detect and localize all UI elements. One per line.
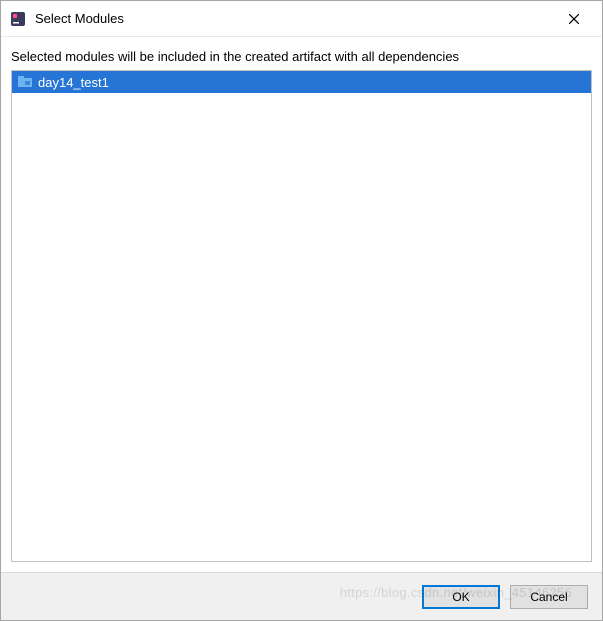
ok-button[interactable]: OK <box>422 585 500 609</box>
close-icon <box>569 14 579 24</box>
list-item[interactable]: day14_test1 <box>12 71 591 93</box>
dialog-title: Select Modules <box>35 11 558 26</box>
module-icon <box>18 75 32 89</box>
list-item-label: day14_test1 <box>38 75 109 90</box>
close-button[interactable] <box>558 5 590 33</box>
app-icon <box>9 10 27 28</box>
cancel-button[interactable]: Cancel <box>510 585 588 609</box>
dialog-footer: OK Cancel <box>1 572 602 620</box>
modules-list[interactable]: day14_test1 <box>11 70 592 562</box>
instruction-text: Selected modules will be included in the… <box>1 37 602 70</box>
titlebar: Select Modules <box>1 1 602 37</box>
